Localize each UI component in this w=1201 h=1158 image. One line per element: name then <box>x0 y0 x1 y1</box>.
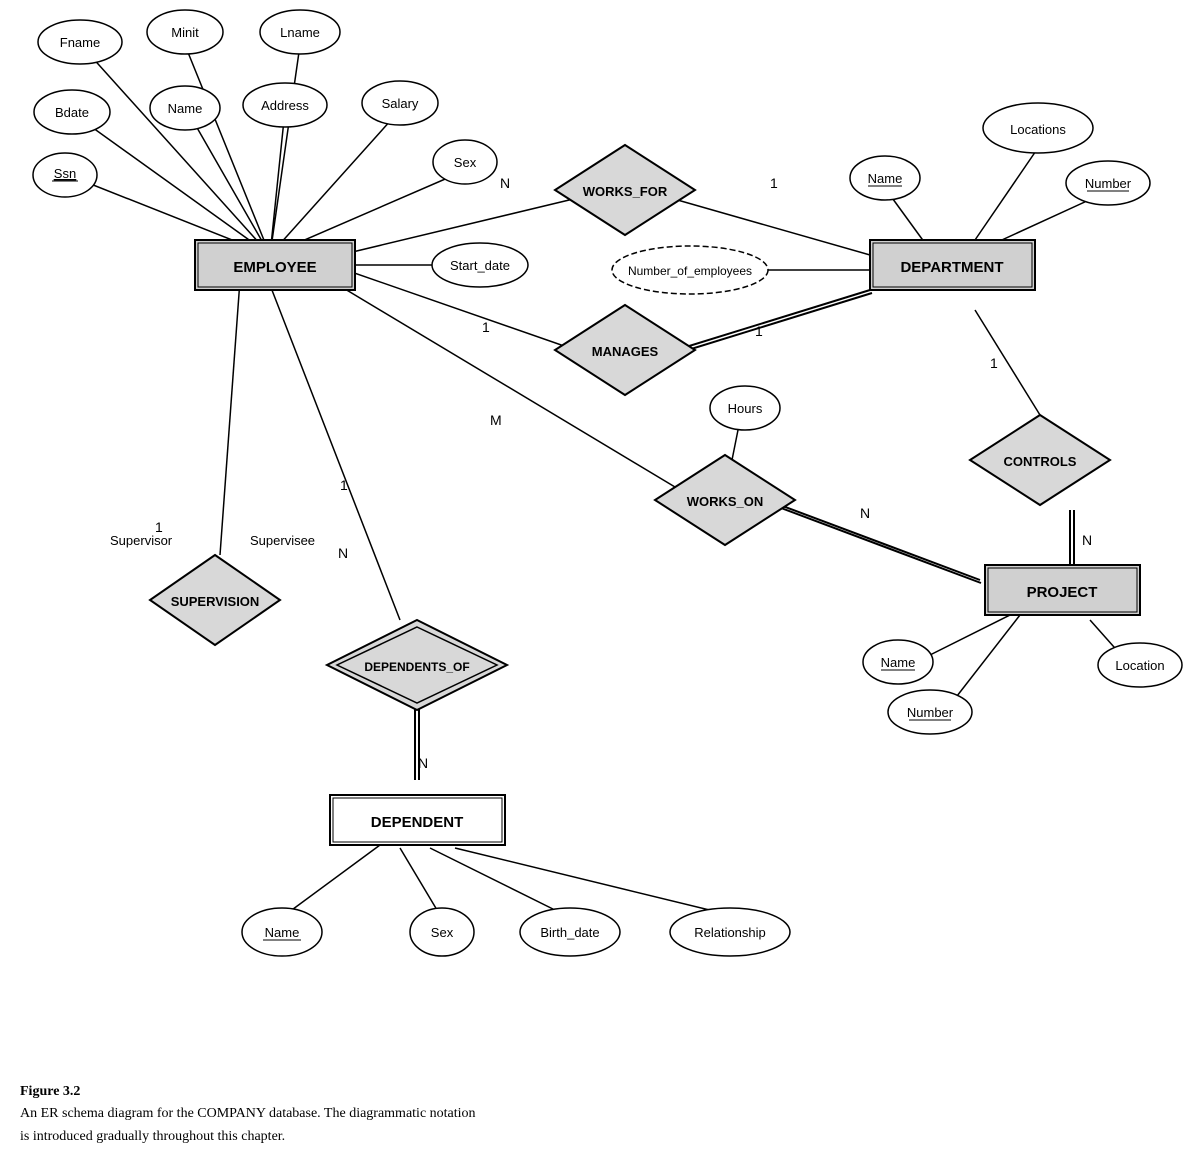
attr-salary-label: Salary <box>382 96 419 111</box>
card-works-for-n: N <box>500 175 510 191</box>
attr-lname-label: Lname <box>280 25 320 40</box>
er-diagram-container: EMPLOYEE DEPARTMENT PROJECT DEPENDENT WO… <box>0 0 1201 1100</box>
card-manages-dept: 1 <box>755 323 763 339</box>
attr-bdate-label: Bdate <box>55 105 89 120</box>
attr-proj-location-label: Location <box>1115 658 1164 673</box>
attr-proj-name-label: Name <box>881 655 916 670</box>
figure-caption: Figure 3.2 An ER schema diagram for the … <box>20 1081 476 1148</box>
attr-ssn-label: Ssn <box>54 166 76 181</box>
rel-works-for-label: WORKS_FOR <box>583 184 668 199</box>
card-dep-of-n: N <box>418 755 428 771</box>
attr-dept-number-label: Number <box>1085 176 1132 191</box>
attr-emp-name-label: Name <box>168 101 203 116</box>
attr-num-employees-label: Number_of_employees <box>628 264 752 278</box>
attr-minit-label: Minit <box>171 25 199 40</box>
attr-address-label: Address <box>261 98 309 113</box>
attr-hours-label: Hours <box>728 401 763 416</box>
attr-locations-label: Locations <box>1010 122 1066 137</box>
card-supervision-n: N <box>338 545 348 561</box>
rel-supervision-label: SUPERVISION <box>171 594 260 609</box>
entity-project-label: PROJECT <box>1027 584 1098 601</box>
rel-works-on-label: WORKS_ON <box>687 494 764 509</box>
attr-start-date-label: Start_date <box>450 258 510 273</box>
rel-controls-label: CONTROLS <box>1004 454 1077 469</box>
attr-proj-number-label: Number <box>907 705 954 720</box>
caption-line2: is introduced gradually throughout this … <box>20 1129 285 1144</box>
card-controls-n: N <box>1082 532 1092 548</box>
card-manages-emp: 1 <box>482 319 490 335</box>
attr-birth-date-label: Birth_date <box>540 925 599 940</box>
card-works-on-n: N <box>860 505 870 521</box>
entity-employee-label: EMPLOYEE <box>233 259 316 276</box>
card-works-for-1: 1 <box>770 175 778 191</box>
er-diagram-svg: EMPLOYEE DEPARTMENT PROJECT DEPENDENT WO… <box>0 0 1201 1100</box>
attr-dep-name-label: Name <box>265 925 300 940</box>
label-supervisee: Supervisee <box>250 533 315 548</box>
attr-dept-name-label: Name <box>868 171 903 186</box>
attr-relationship-label: Relationship <box>694 925 766 940</box>
entity-dependent-label: DEPENDENT <box>371 814 464 831</box>
caption-line1: An ER schema diagram for the COMPANY dat… <box>20 1106 476 1121</box>
attr-emp-sex-label: Sex <box>454 155 477 170</box>
attr-fname-label: Fname <box>60 35 100 50</box>
card-works-on-m: M <box>490 412 502 428</box>
card-controls-1: 1 <box>990 355 998 371</box>
rel-manages-label: MANAGES <box>592 344 659 359</box>
attr-dep-sex-label: Sex <box>431 925 454 940</box>
caption-title: Figure 3.2 <box>20 1084 80 1099</box>
card-dep-of-1: 1 <box>340 477 348 493</box>
rel-dependents-of-label: DEPENDENTS_OF <box>364 660 469 674</box>
entity-department-label: DEPARTMENT <box>900 259 1003 276</box>
label-supervisor: Supervisor <box>110 533 173 548</box>
